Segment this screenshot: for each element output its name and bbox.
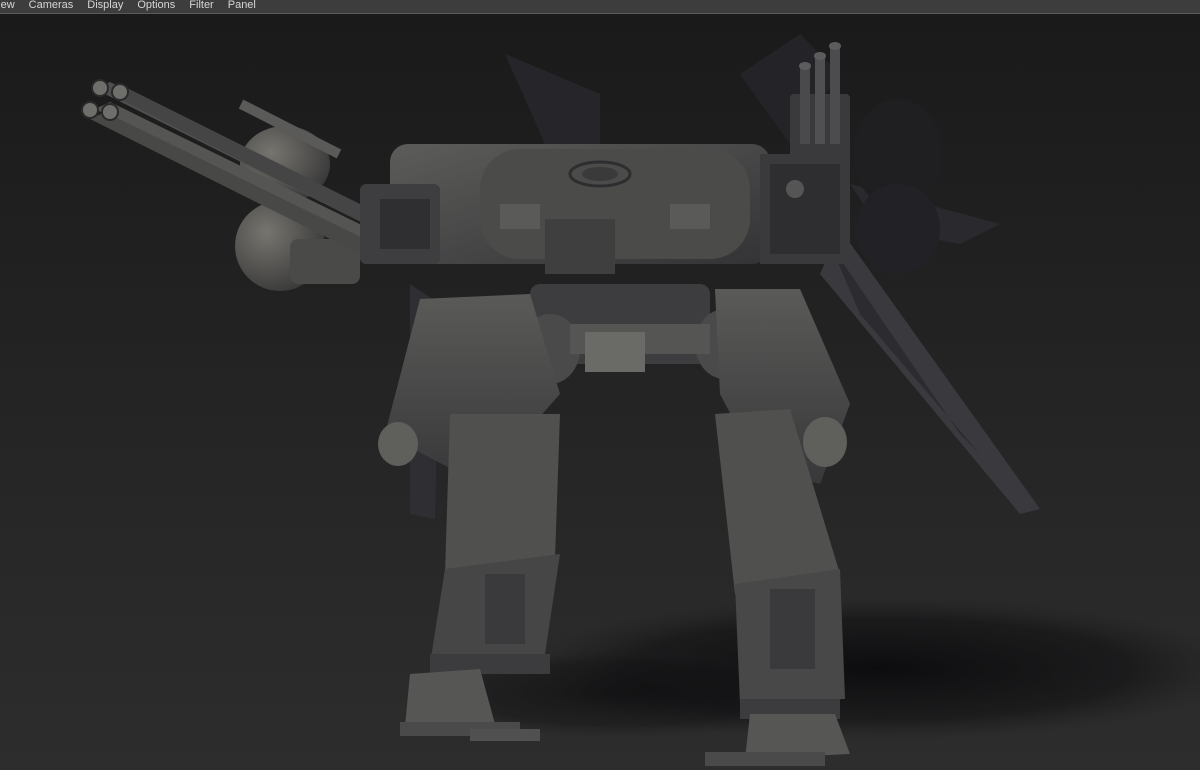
menu-options[interactable]: Options [137, 0, 175, 12]
menu-row: View Cameras Display Options Filter Pane… [0, 0, 270, 12]
mech-torso [390, 144, 850, 274]
menu-view[interactable]: View [0, 0, 15, 12]
panel-menu-bar: View Cameras Display Options Filter Pane… [0, 0, 1200, 14]
viewport-3d[interactable] [0, 14, 1200, 770]
viewport-render [0, 14, 1200, 770]
app-window: View Cameras Display Options Filter Pane… [0, 0, 1200, 770]
menu-cameras[interactable]: Cameras [29, 0, 74, 12]
menu-filter[interactable]: Filter [189, 0, 213, 12]
menu-display[interactable]: Display [87, 0, 123, 12]
menu-panel[interactable]: Panel [228, 0, 256, 12]
